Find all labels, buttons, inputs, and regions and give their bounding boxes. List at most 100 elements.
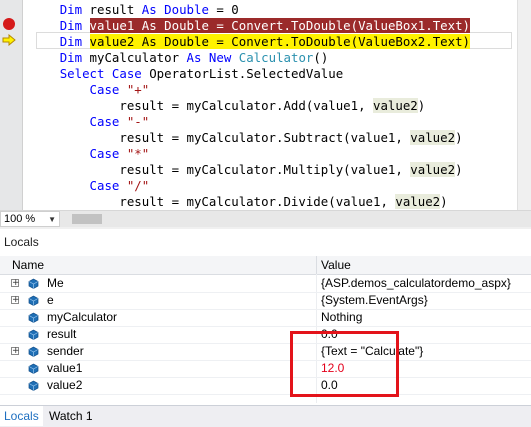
variable-name: value2 xyxy=(47,378,83,392)
zoom-dropdown[interactable]: 100 % ▼ xyxy=(0,211,60,227)
code-token: result xyxy=(82,2,142,17)
code-line[interactable]: result = myCalculator.Multiply(value1, v… xyxy=(0,162,463,178)
code-token: "-" xyxy=(126,114,150,129)
code-token: ) xyxy=(440,194,448,209)
code-line[interactable]: result = myCalculator.Add(value1, value2… xyxy=(0,98,425,114)
code-token: Select xyxy=(59,66,105,81)
code-line[interactable]: Dim myCalculator As New Calculator() xyxy=(0,50,329,66)
code-token: Calculator xyxy=(238,50,314,65)
expand-plus-icon[interactable]: + xyxy=(11,296,20,305)
code-token: "/" xyxy=(126,178,150,193)
code-line[interactable]: Select Case OperatorList.SelectedValue xyxy=(0,66,344,82)
locals-row-value1[interactable]: value1 12.0 xyxy=(0,360,531,378)
code-token: Case xyxy=(89,146,120,161)
code-token: value2 xyxy=(395,194,441,209)
code-token: value2 xyxy=(410,130,456,145)
code-line[interactable]: Case "+" xyxy=(0,82,150,98)
field-icon xyxy=(28,346,39,357)
locals-row-value2[interactable]: value2 0.0 xyxy=(0,377,531,395)
code-line[interactable]: Dim value2 As Double = Convert.ToDouble(… xyxy=(0,34,470,50)
tab-watch-1[interactable]: Watch 1 xyxy=(45,406,97,426)
code-token: result = myCalculator.Multiply(value1, xyxy=(0,162,411,177)
code-line[interactable]: Case "*" xyxy=(0,146,150,162)
expand-plus-icon[interactable]: + xyxy=(11,347,20,356)
code-token: Case xyxy=(89,178,120,193)
code-token: Double xyxy=(164,2,209,17)
code-token: Dim xyxy=(59,18,83,33)
column-header-name[interactable]: Name xyxy=(12,256,44,274)
editor-vertical-scrollbar[interactable] xyxy=(517,0,531,210)
variable-name: e xyxy=(47,293,54,307)
code-token: New xyxy=(208,50,232,65)
variable-name: Me xyxy=(47,276,64,290)
horizontal-scroll-thumb[interactable] xyxy=(72,214,102,224)
column-divider[interactable] xyxy=(316,256,317,274)
locals-row-e[interactable]: + e {System.EventArgs} xyxy=(0,292,531,310)
tab-locals[interactable]: Locals xyxy=(0,406,43,426)
code-line[interactable]: Case "/" xyxy=(0,178,150,194)
column-header-value[interactable]: Value xyxy=(321,256,351,274)
code-token: ) xyxy=(417,98,426,113)
code-token: OperatorList.SelectedValue xyxy=(141,66,344,81)
code-token: As xyxy=(141,2,157,17)
code-token: Case xyxy=(89,114,120,129)
code-line[interactable]: Case "-" xyxy=(0,114,150,130)
code-line[interactable]: result = myCalculator.Divide(value1, val… xyxy=(0,194,448,210)
code-line[interactable]: Dim value1 As Double = Convert.ToDouble(… xyxy=(0,18,470,34)
code-token: value1 As Double = Convert.ToDouble(Valu… xyxy=(89,18,470,33)
code-token: value2 xyxy=(410,162,456,177)
editor-horizontal-scrollbar[interactable] xyxy=(60,211,531,227)
field-icon xyxy=(28,380,39,391)
code-token: () xyxy=(313,50,329,65)
expand-plus-icon[interactable]: + xyxy=(11,279,20,288)
variable-value[interactable]: Nothing xyxy=(321,309,362,326)
locals-row-sender[interactable]: + sender {Text = "Calculate"} xyxy=(0,343,531,361)
field-icon xyxy=(28,295,39,306)
code-token: ) xyxy=(455,130,463,145)
code-token: Case xyxy=(89,82,120,97)
variable-value[interactable]: {System.EventArgs} xyxy=(321,292,428,309)
locals-row-mycalculator[interactable]: myCalculator Nothing xyxy=(0,309,531,327)
variable-name: value1 xyxy=(47,361,83,375)
locals-row-result[interactable]: result 0.0 xyxy=(0,326,531,344)
locals-row-me[interactable]: + Me {ASP.demos_calculatordemo_aspx} xyxy=(0,275,531,293)
variable-value[interactable]: {ASP.demos_calculatordemo_aspx} xyxy=(321,275,511,292)
code-token: Case xyxy=(111,66,142,81)
locals-grid-header: Name Value xyxy=(0,256,531,275)
code-line[interactable]: result = myCalculator.Subtract(value1, v… xyxy=(0,130,463,146)
annotation-highlight-box xyxy=(290,331,399,397)
code-token: = 0 xyxy=(208,2,239,17)
code-token: "*" xyxy=(126,146,150,161)
code-token: Dim xyxy=(59,2,83,17)
code-editor[interactable]: Dim result As Double = 0 Dim value1 As D… xyxy=(0,0,531,210)
code-token: ) xyxy=(455,162,463,177)
code-token: Dim xyxy=(59,50,83,65)
code-token: Dim xyxy=(59,34,83,49)
debug-tool-tabs: Locals Watch 1 xyxy=(0,405,531,427)
code-line[interactable]: Dim result As Double = 0 xyxy=(0,2,239,18)
code-token: "+" xyxy=(126,82,150,97)
code-token: value2 As Double = Convert.ToDouble(Valu… xyxy=(89,34,470,49)
field-icon xyxy=(28,329,39,340)
code-token: result = myCalculator.Subtract(value1, xyxy=(0,130,411,145)
code-token: As xyxy=(186,50,202,65)
code-token: result = myCalculator.Add(value1, xyxy=(0,98,373,113)
variable-name: myCalculator xyxy=(47,310,118,324)
chevron-down-icon[interactable]: ▼ xyxy=(48,213,56,227)
field-icon xyxy=(28,312,39,323)
